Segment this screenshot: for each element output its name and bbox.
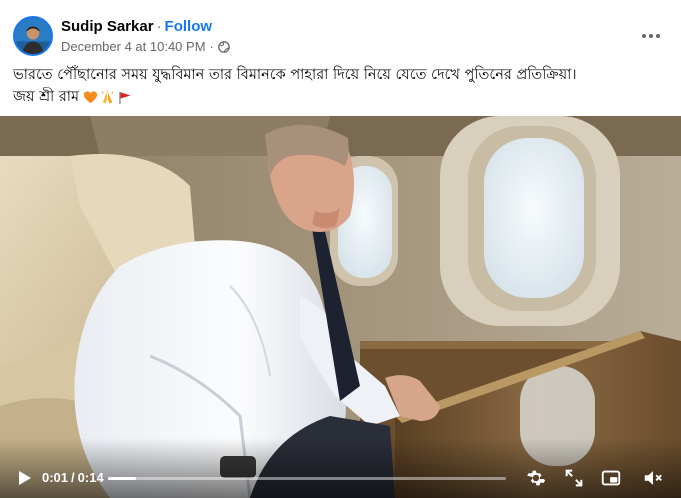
post-caption: ভারতে পৌঁছানোর সময় যুদ্ধবিমান তার বিমান… xyxy=(13,64,668,108)
caption-text: জয় শ্রী রাম xyxy=(13,89,80,105)
post-header: Sudip Sarkar · Follow December 4 at 10:40 … xyxy=(0,0,681,60)
play-icon[interactable] xyxy=(14,468,34,488)
more-dot xyxy=(642,34,646,38)
triangular-flag-icon xyxy=(119,91,131,104)
progress-fill xyxy=(108,477,136,480)
fullscreen-icon[interactable] xyxy=(563,467,585,489)
author-avatar[interactable] xyxy=(13,16,53,56)
volume-muted-icon[interactable] xyxy=(642,467,664,489)
avatar-image xyxy=(15,18,51,54)
follow-button[interactable]: Follow xyxy=(165,18,213,35)
author-line: Sudip Sarkar · Follow xyxy=(61,18,212,36)
more-dot xyxy=(656,34,660,38)
caption-line-2: জয় শ্রী রাম xyxy=(13,86,668,108)
globe-icon[interactable] xyxy=(218,41,230,53)
more-options-button[interactable] xyxy=(639,24,663,48)
meta-separator: · xyxy=(209,39,214,54)
video-player[interactable]: 0:01/0:14 xyxy=(0,116,681,498)
current-time: 0:01 xyxy=(42,470,69,485)
name-separator: · xyxy=(156,18,162,35)
progress-bar[interactable] xyxy=(108,477,506,480)
settings-gear-icon[interactable] xyxy=(525,467,547,489)
picture-in-picture-icon[interactable] xyxy=(600,467,622,489)
author-name[interactable]: Sudip Sarkar xyxy=(61,18,154,35)
video-time: 0:01/0:14 xyxy=(42,470,104,486)
post-card: Sudip Sarkar · Follow December 4 at 10:40 … xyxy=(0,0,681,498)
folded-hands-icon xyxy=(101,89,114,104)
caption-line-1: ভারতে পৌঁছানোর সময় যুদ্ধবিমান তার বিমান… xyxy=(13,67,577,83)
time-separator: / xyxy=(71,470,75,485)
more-dot xyxy=(649,34,653,38)
video-controls: 0:01/0:14 xyxy=(0,458,681,498)
caption-emojis xyxy=(83,89,132,105)
video-frame xyxy=(0,116,681,498)
post-meta: December 4 at 10:40 PM · xyxy=(61,39,230,55)
post-timestamp[interactable]: December 4 at 10:40 PM xyxy=(61,39,206,55)
duration: 0:14 xyxy=(77,470,104,485)
orange-heart-icon xyxy=(84,90,98,103)
